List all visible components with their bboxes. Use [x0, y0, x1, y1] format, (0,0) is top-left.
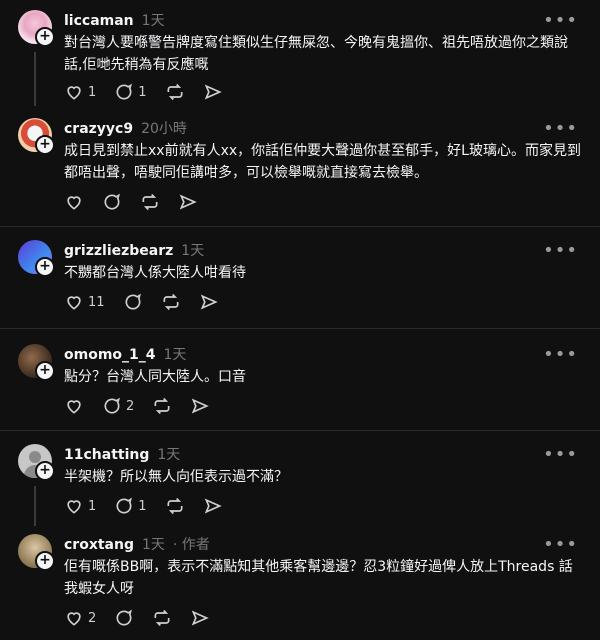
username[interactable]: omomo_1_4 [64, 347, 156, 363]
reply-count: 1 [138, 498, 147, 514]
post-text: 不嬲都台灣人係大陸人咁看待 [64, 265, 246, 281]
more-icon[interactable]: ••• [543, 344, 578, 365]
reply-button[interactable] [123, 292, 143, 312]
divider [0, 226, 600, 227]
follow-plus-icon[interactable]: + [35, 551, 55, 571]
heart-icon [67, 296, 81, 310]
like-button[interactable] [64, 192, 84, 212]
share-icon [200, 294, 218, 310]
repost-button[interactable] [152, 608, 172, 628]
reply-count: 1 [138, 84, 147, 100]
username[interactable]: croxtang [64, 537, 134, 553]
comment-icon [125, 293, 141, 310]
like-count: 1 [88, 84, 97, 100]
reply-button[interactable] [114, 608, 134, 628]
post-text: 佢有嘅係BB啊，表示不滿點知其他乘客幫邊邊？忍3粒鐘好過俾人放上Threads … [64, 559, 573, 597]
like-count: 1 [88, 498, 97, 514]
like-button[interactable]: 1 [64, 82, 96, 102]
repost-icon [163, 293, 179, 311]
more-icon[interactable]: ••• [543, 10, 578, 31]
divider [0, 430, 600, 431]
share-button[interactable] [199, 292, 219, 312]
share-icon [179, 194, 197, 210]
username[interactable]: crazyyc9 [64, 121, 133, 137]
follow-plus-icon[interactable]: + [35, 461, 55, 481]
thread-line [34, 52, 36, 106]
timestamp: 1天 [141, 537, 165, 553]
follow-plus-icon[interactable]: + [35, 27, 55, 47]
username[interactable]: liccaman [64, 13, 134, 29]
like-button[interactable]: 11 [64, 292, 105, 312]
heart-icon [67, 86, 81, 100]
like-count: 11 [88, 294, 105, 310]
more-icon[interactable]: ••• [543, 118, 578, 139]
reply-button[interactable]: 1 [114, 496, 147, 516]
repost-icon [142, 193, 158, 211]
share-button[interactable] [203, 496, 223, 516]
avatar[interactable]: + [18, 118, 55, 155]
avatar[interactable]: + [18, 240, 55, 277]
share-button[interactable] [203, 82, 223, 102]
like-count: 2 [88, 610, 97, 626]
username[interactable]: grizzliezbearz [64, 243, 173, 259]
post-text: 點分？台灣人同大陸人。口音 [64, 369, 246, 385]
avatar[interactable]: + [18, 444, 55, 481]
comment-icon [116, 497, 133, 514]
like-button[interactable]: 1 [64, 496, 96, 516]
repost-icon [167, 83, 183, 101]
timestamp: 1天 [181, 243, 205, 259]
follow-plus-icon[interactable]: + [35, 257, 55, 277]
heart-icon [67, 196, 81, 210]
repost-icon [167, 497, 183, 515]
timestamp: 1天 [163, 347, 187, 363]
more-icon[interactable]: ••• [543, 534, 578, 555]
reply-button[interactable] [102, 192, 122, 212]
username[interactable]: 11chatting [64, 447, 149, 463]
more-icon[interactable]: ••• [543, 240, 578, 261]
heart-icon [67, 500, 81, 514]
repost-icon [154, 609, 170, 627]
repost-icon [154, 397, 170, 415]
like-button[interactable] [64, 396, 84, 416]
share-button[interactable] [190, 396, 210, 416]
comment-icon [104, 193, 120, 210]
post-text: 半架機？所以無人向佢表示過不滿？ [64, 469, 288, 485]
timestamp: 1天 [141, 13, 165, 29]
more-icon[interactable]: ••• [543, 444, 578, 465]
repost-button[interactable] [165, 82, 185, 102]
follow-plus-icon[interactable]: + [35, 361, 55, 381]
avatar[interactable]: + [18, 10, 55, 47]
reply-count: 2 [126, 398, 135, 414]
avatar[interactable]: + [18, 344, 55, 381]
timestamp: 1天 [157, 447, 181, 463]
like-button[interactable]: 2 [64, 608, 96, 628]
repost-button[interactable] [140, 192, 160, 212]
timestamp: 20小時 [141, 121, 187, 137]
heart-icon [67, 612, 81, 626]
share-button[interactable] [178, 192, 198, 212]
heart-icon [67, 400, 81, 414]
repost-button[interactable] [161, 292, 181, 312]
post-text: 成日見到禁止xx前就有人xx，你話佢仲要大聲過你甚至郁手，好L玻璃心。而家見到都… [64, 143, 581, 181]
comment-icon [116, 609, 133, 626]
repost-button[interactable] [152, 396, 172, 416]
follow-plus-icon[interactable]: + [35, 135, 55, 155]
reply-button[interactable]: 1 [114, 82, 147, 102]
divider [0, 328, 600, 329]
share-icon [204, 498, 222, 514]
comment-icon [116, 83, 133, 100]
share-icon [204, 84, 222, 100]
post-text: 對台灣人要喺警告牌度寫住類似生仔無屎忽、今晚有鬼搵你、祖先唔放過你之類說話,佢哋… [64, 35, 568, 73]
reply-button[interactable]: 2 [102, 396, 134, 416]
repost-button[interactable] [165, 496, 185, 516]
avatar[interactable]: + [18, 534, 55, 571]
share-icon [192, 398, 210, 414]
author-badge: · 作者 [172, 537, 210, 553]
comment-icon [104, 397, 120, 414]
share-icon [192, 610, 210, 626]
share-button[interactable] [190, 608, 210, 628]
thread-line [34, 486, 36, 526]
